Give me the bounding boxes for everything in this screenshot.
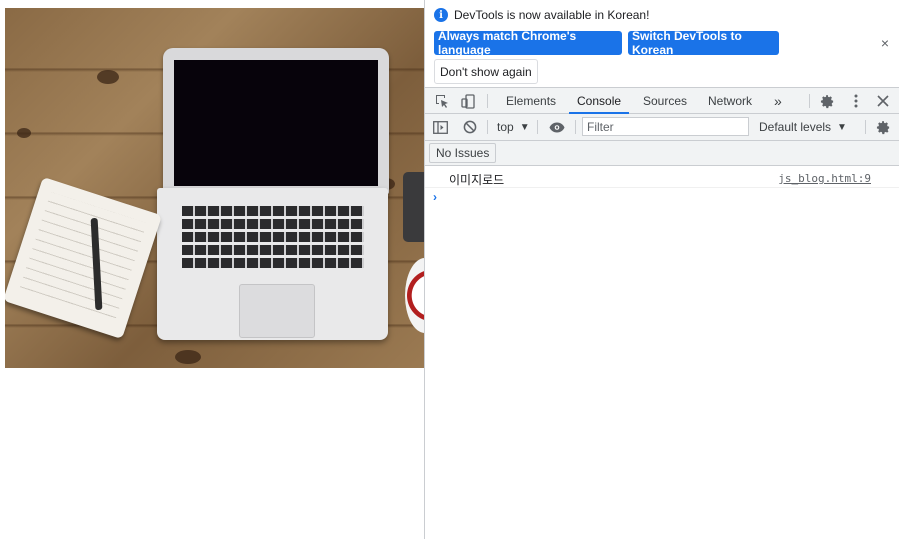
console-output[interactable]: 이미지로드 js_blog.html:9 › bbox=[425, 166, 899, 539]
infobar-message: DevTools is now available in Korean! bbox=[454, 8, 650, 22]
context-select[interactable]: top ▼ bbox=[497, 114, 530, 140]
devtools-panel: i DevTools is now available in Korean! A… bbox=[424, 0, 899, 539]
page-content bbox=[0, 0, 424, 539]
tab-console[interactable]: Console bbox=[568, 88, 630, 114]
laptop-lid bbox=[163, 48, 389, 194]
no-issues-button[interactable]: No Issues bbox=[429, 143, 497, 163]
notebook bbox=[5, 176, 163, 340]
context-value: top bbox=[497, 120, 514, 134]
more-tabs-icon[interactable]: » bbox=[774, 88, 782, 114]
tab-sources[interactable]: Sources bbox=[643, 88, 687, 114]
console-message: 이미지로드 js_blog.html:9 bbox=[425, 168, 899, 188]
log-levels-select[interactable]: Default levels ▼ bbox=[759, 114, 847, 140]
sidebar-icon[interactable] bbox=[431, 118, 449, 136]
kebab-menu-icon[interactable] bbox=[847, 92, 865, 110]
laptop-trackpad bbox=[239, 284, 315, 338]
close-devtools-icon[interactable] bbox=[874, 92, 892, 110]
info-icon: i bbox=[434, 8, 448, 22]
gear-icon[interactable] bbox=[818, 92, 836, 110]
console-message-text: 이미지로드 bbox=[449, 173, 505, 187]
console-toolbar: top ▼ Default levels ▼ bbox=[425, 114, 899, 141]
devtools-tabbar: Elements Console Sources Network » bbox=[425, 87, 899, 114]
close-icon[interactable]: × bbox=[881, 35, 889, 51]
dont-show-again-button[interactable]: Don't show again bbox=[434, 59, 538, 84]
switch-to-korean-button[interactable]: Switch DevTools to Korean bbox=[628, 29, 779, 57]
laptop-base bbox=[157, 188, 388, 340]
log-levels-value: Default levels bbox=[759, 120, 832, 134]
laptop-photo bbox=[5, 8, 424, 368]
issues-bar: No Issues bbox=[425, 141, 899, 166]
language-infobar: i DevTools is now available in Korean! A… bbox=[425, 0, 899, 86]
dropdown-arrow-icon: ▼ bbox=[519, 121, 530, 133]
console-prompt-chevron-icon[interactable]: › bbox=[433, 190, 437, 204]
console-message-source-link[interactable]: js_blog.html:9 bbox=[778, 172, 871, 185]
console-filter-input[interactable] bbox=[582, 117, 749, 136]
tab-elements[interactable]: Elements bbox=[506, 88, 556, 114]
eye-icon[interactable] bbox=[547, 118, 567, 136]
dropdown-arrow-icon: ▼ bbox=[837, 121, 847, 133]
clear-console-icon[interactable] bbox=[461, 118, 479, 136]
laptop-keyboard bbox=[182, 206, 364, 268]
phone bbox=[403, 172, 424, 242]
console-settings-gear-icon[interactable] bbox=[874, 118, 892, 136]
infobar-message-row: i DevTools is now available in Korean! bbox=[434, 8, 649, 22]
laptop-screen bbox=[174, 60, 378, 186]
inspect-icon[interactable] bbox=[433, 92, 451, 110]
tab-network[interactable]: Network bbox=[708, 88, 752, 114]
always-match-language-button[interactable]: Always match Chrome's language bbox=[434, 29, 622, 57]
device-toggle-icon[interactable] bbox=[459, 92, 477, 110]
coffee-cup bbox=[405, 258, 424, 333]
